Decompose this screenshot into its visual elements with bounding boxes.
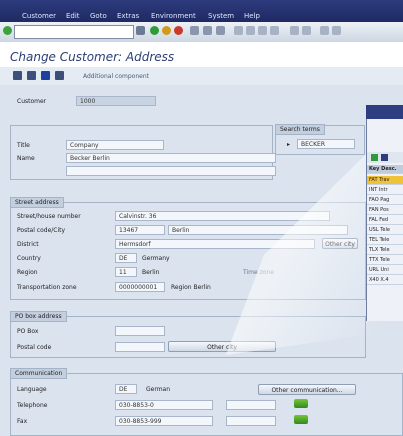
popup-row[interactable]: X40 X.4 bbox=[367, 276, 403, 285]
street-field[interactable]: Calvinstr. 36 bbox=[115, 211, 330, 221]
print-icon[interactable] bbox=[190, 26, 199, 35]
menu-goto[interactable]: Goto bbox=[90, 12, 107, 20]
district-field[interactable]: Hermsdorf bbox=[115, 239, 315, 249]
popup-row[interactable]: URL Uni bbox=[367, 266, 403, 275]
popup-header: Key Desc. bbox=[367, 165, 403, 174]
po-box-title: PO box address bbox=[10, 311, 67, 322]
pobox-postal-label: Postal code bbox=[17, 344, 52, 351]
back-icon[interactable] bbox=[150, 26, 159, 35]
pobox-label: PO Box bbox=[17, 328, 39, 335]
country-name: Germany bbox=[142, 255, 170, 262]
street-label: Street/house number bbox=[17, 213, 81, 220]
title-label: Title bbox=[17, 142, 30, 149]
page-title: Change Customer: Address bbox=[10, 50, 175, 64]
customer-field: 1000 bbox=[76, 96, 156, 106]
find-icon[interactable] bbox=[203, 26, 212, 35]
popup-row[interactable]: FAO Pag bbox=[367, 196, 403, 205]
popup-row[interactable]: TEL Tele bbox=[367, 236, 403, 245]
street-address-title: Street address bbox=[10, 197, 64, 208]
company-code-icon[interactable] bbox=[55, 71, 64, 80]
popup-row[interactable]: FAN Pos bbox=[367, 206, 403, 215]
customer-label: Customer bbox=[17, 98, 47, 105]
popup-row[interactable]: TTX Tele bbox=[367, 256, 403, 265]
help-icon[interactable] bbox=[320, 26, 329, 35]
language-name: German bbox=[146, 386, 171, 393]
next-page-icon[interactable] bbox=[258, 26, 267, 35]
telephone-ext-field[interactable] bbox=[226, 400, 276, 410]
other-customer-icon[interactable] bbox=[27, 71, 36, 80]
additional-component-label[interactable]: Additional component bbox=[83, 73, 149, 80]
last-page-icon[interactable] bbox=[270, 26, 279, 35]
name-label: Name bbox=[17, 155, 35, 162]
name-field[interactable]: Becker Berlin bbox=[66, 153, 276, 163]
fax-more-icon[interactable] bbox=[294, 415, 308, 424]
district-label: District bbox=[17, 241, 39, 248]
enter-icon[interactable] bbox=[3, 26, 12, 35]
language-label: Language bbox=[17, 386, 47, 393]
pobox-other-city-button[interactable]: Other city bbox=[168, 341, 276, 352]
popup-row-selected[interactable]: FAT Trav bbox=[367, 176, 403, 185]
communication-title: Communication bbox=[10, 368, 68, 379]
fax-ext-field[interactable] bbox=[226, 416, 276, 426]
layout-icon[interactable] bbox=[332, 26, 341, 35]
command-field[interactable] bbox=[14, 25, 134, 39]
fax-field[interactable]: 030-8853-999 bbox=[115, 416, 213, 426]
menu-extras[interactable]: Extras bbox=[117, 12, 139, 20]
display-change-icon[interactable] bbox=[13, 71, 22, 80]
postal-code-field[interactable]: 13467 bbox=[115, 225, 165, 235]
pobox-postal-field[interactable] bbox=[115, 342, 165, 352]
other-city-button[interactable]: Other city bbox=[322, 238, 358, 249]
popup-row[interactable]: INT Intr bbox=[367, 186, 403, 195]
search-term-arrow-icon: ▸ bbox=[287, 141, 291, 148]
menu-environment[interactable]: Environment bbox=[151, 12, 196, 20]
popup-title-bar bbox=[366, 105, 403, 119]
language-code-field[interactable]: DE bbox=[115, 384, 137, 394]
telephone-more-icon[interactable] bbox=[294, 399, 308, 408]
time-zone-label: Time zone bbox=[243, 269, 274, 276]
pobox-field[interactable] bbox=[115, 326, 165, 336]
previous-page-icon[interactable] bbox=[246, 26, 255, 35]
save-icon[interactable] bbox=[136, 26, 145, 35]
region-code-field[interactable]: 11 bbox=[115, 267, 137, 277]
name2-field[interactable] bbox=[66, 166, 276, 176]
country-code-field[interactable]: DE bbox=[115, 253, 137, 263]
telephone-label: Telephone bbox=[17, 402, 48, 409]
menu-bar bbox=[0, 0, 403, 22]
other-communication-button[interactable]: Other communication... bbox=[258, 384, 356, 395]
city-field[interactable]: Berlin bbox=[168, 225, 348, 235]
exit-icon[interactable] bbox=[162, 26, 171, 35]
fax-label: Fax bbox=[17, 418, 28, 425]
region-label: Region bbox=[17, 269, 38, 276]
search-terms-title: Search terms bbox=[275, 124, 325, 135]
menu-system[interactable]: System bbox=[208, 12, 234, 20]
telephone-field[interactable]: 030-8853-0 bbox=[115, 400, 213, 410]
find-next-icon[interactable] bbox=[216, 26, 225, 35]
menu-edit[interactable]: Edit bbox=[66, 12, 80, 20]
popup-row[interactable]: FAL Fed bbox=[367, 216, 403, 225]
postal-city-label: Postal code/City bbox=[17, 227, 66, 234]
transport-zone-field[interactable]: 0000000001 bbox=[115, 282, 165, 292]
general-data-icon[interactable] bbox=[41, 71, 50, 80]
transport-zone-name: Region Berlin bbox=[171, 284, 211, 291]
cancel-icon[interactable] bbox=[174, 26, 183, 35]
search-term-field[interactable]: BECKER bbox=[297, 139, 355, 149]
confirm-check-icon[interactable] bbox=[371, 154, 378, 161]
country-label: Country bbox=[17, 255, 41, 262]
popup-row[interactable]: USL Tele bbox=[367, 226, 403, 235]
new-session-icon[interactable] bbox=[290, 26, 299, 35]
menu-customer[interactable]: Customer bbox=[22, 12, 56, 20]
menu-help[interactable]: Help bbox=[244, 12, 260, 20]
popup-find-icon[interactable] bbox=[381, 154, 388, 161]
shortcut-icon[interactable] bbox=[302, 26, 311, 35]
region-name: Berlin bbox=[142, 269, 160, 276]
first-page-icon[interactable] bbox=[234, 26, 243, 35]
transport-zone-label: Transportation zone bbox=[17, 284, 77, 291]
title-field[interactable]: Company bbox=[66, 140, 164, 150]
popup-row[interactable]: TLX Tele bbox=[367, 246, 403, 255]
